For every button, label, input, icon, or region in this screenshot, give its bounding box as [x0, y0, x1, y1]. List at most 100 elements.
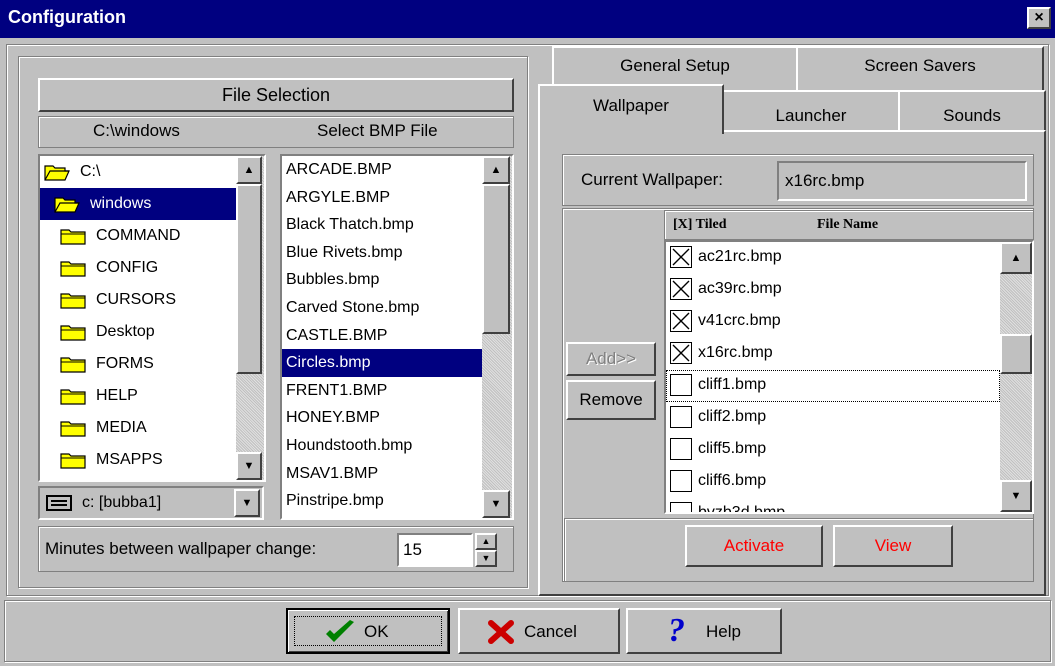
folder-label: MSAPPS — [96, 451, 163, 468]
wallpaper-item[interactable]: x16rc.bmp — [666, 338, 1000, 370]
activate-button[interactable]: Activate — [685, 525, 823, 567]
folder-open-icon — [54, 195, 82, 213]
minutes-label: Minutes between wallpaper change: — [45, 539, 317, 558]
spin-up-button[interactable]: ▲ — [475, 533, 497, 550]
scroll-down-button[interactable]: ▼ — [236, 452, 262, 480]
remove-button[interactable]: Remove — [566, 380, 656, 420]
file-item[interactable]: ARCADE.BMP — [282, 156, 482, 184]
arrow-down-icon: ▼ — [243, 460, 255, 472]
drive-dropdown-button[interactable]: ▼ — [234, 489, 260, 517]
wallpaper-item[interactable]: ac39rc.bmp — [666, 274, 1000, 306]
scroll-up-button[interactable]: ▲ — [236, 156, 262, 184]
folder-item[interactable]: CONFIG — [40, 252, 236, 284]
folder-item[interactable]: MEDIA — [40, 412, 236, 444]
minutes-input[interactable]: 15 — [397, 533, 473, 567]
ok-button[interactable]: OK — [286, 608, 450, 654]
scroll-up-button[interactable]: ▲ — [1000, 242, 1032, 274]
file-item[interactable]: Circles.bmp — [282, 349, 482, 377]
tiled-checkbox[interactable] — [670, 341, 692, 364]
scroll-down-button[interactable]: ▼ — [1000, 480, 1032, 512]
wallpaper-item[interactable]: ac21rc.bmp — [666, 242, 1000, 274]
file-item[interactable]: Blue Rivets.bmp — [282, 239, 482, 267]
file-item[interactable]: HONEY.BMP — [282, 404, 482, 432]
tiled-checkbox[interactable] — [670, 373, 692, 396]
view-button[interactable]: View — [833, 525, 953, 567]
folder-item[interactable]: CURSORS — [40, 284, 236, 316]
folder-list[interactable]: C:\ windows COMMAND CONFIG CURSORS Desktop FOR… — [38, 154, 266, 482]
arrow-up-icon: ▲ — [490, 164, 502, 176]
tab-wallpaper[interactable]: Wallpaper — [538, 84, 724, 134]
bmp-file-list[interactable]: ARCADE.BMP ARGYLE.BMP Black Thatch.bmp Blue… — [280, 154, 514, 520]
wallpaper-item[interactable]: bvzb3d.bmp — [666, 498, 1000, 512]
tab-sounds[interactable]: Sounds — [898, 90, 1046, 130]
tiled-checkbox[interactable] — [670, 277, 692, 300]
current-wallpaper-value: x16rc.bmp — [785, 171, 865, 190]
file-item[interactable]: CASTLE.BMP — [282, 322, 482, 350]
drive-value: c: [bubba1] — [82, 494, 162, 511]
tiled-checkbox[interactable] — [670, 501, 692, 512]
tab-launcher[interactable]: Launcher — [722, 90, 900, 130]
col-tiled: [X] Tiled — [673, 217, 727, 232]
minutes-value: 15 — [403, 540, 422, 559]
file-scrollbar[interactable]: ▲ ▼ — [482, 156, 512, 518]
folder-item[interactable]: HELP — [40, 380, 236, 412]
wallpaper-item[interactable]: cliff5.bmp — [666, 434, 1000, 466]
scroll-up-button[interactable]: ▲ — [482, 156, 510, 184]
folder-label: COMMAND — [96, 227, 181, 244]
arrow-up-icon: ▲ — [1010, 252, 1022, 264]
folder-icon — [60, 227, 88, 245]
title-bar: Configuration × — [0, 0, 1055, 38]
folder-item[interactable]: COMMAND — [40, 220, 236, 252]
file-item[interactable]: MSAV1.BMP — [282, 460, 482, 488]
folder-icon — [60, 355, 88, 373]
file-item[interactable]: Pinstripe.bmp — [282, 487, 482, 515]
close-button[interactable]: × — [1027, 7, 1051, 29]
wallpaper-scrollbar[interactable]: ▲ ▼ — [1000, 242, 1032, 512]
folder-item[interactable]: FORMS — [40, 348, 236, 380]
folder-item[interactable]: Desktop — [40, 316, 236, 348]
tiled-checkbox[interactable] — [670, 437, 692, 460]
arrow-up-icon: ▲ — [243, 164, 255, 176]
file-item[interactable]: ARGYLE.BMP — [282, 184, 482, 212]
scroll-thumb[interactable] — [236, 184, 262, 374]
cancel-button[interactable]: Cancel — [458, 608, 620, 654]
file-item[interactable]: Black Thatch.bmp — [282, 211, 482, 239]
drive-combo[interactable]: c: [bubba1] ▼ — [38, 486, 264, 520]
scroll-thumb[interactable] — [1000, 334, 1032, 374]
scroll-down-button[interactable]: ▼ — [482, 490, 510, 518]
folder-icon — [60, 259, 88, 277]
file-item[interactable]: Bubbles.bmp — [282, 266, 482, 294]
folder-label: Desktop — [96, 323, 155, 340]
wallpaper-file-name: cliff1.bmp — [698, 376, 767, 393]
scroll-thumb[interactable] — [482, 184, 510, 334]
tab-screen-savers[interactable]: Screen Savers — [796, 46, 1044, 90]
checkmark-x-icon — [672, 248, 690, 266]
x-icon — [488, 620, 514, 644]
help-button[interactable]: ? Help — [626, 608, 782, 654]
tiled-checkbox[interactable] — [670, 245, 692, 268]
wallpaper-item[interactable]: cliff2.bmp — [666, 402, 1000, 434]
add-button[interactable]: Add>> — [566, 342, 656, 376]
current-wallpaper-row: Current Wallpaper: x16rc.bmp — [562, 154, 1034, 206]
current-wallpaper-field: x16rc.bmp — [777, 161, 1027, 201]
folder-item[interactable]: MSAPPS — [40, 444, 236, 476]
wallpaper-item[interactable]: cliff6.bmp — [666, 466, 1000, 498]
file-selection-headers: C:\windows Select BMP File — [38, 116, 514, 148]
folder-item[interactable]: windows — [40, 188, 236, 220]
file-item[interactable]: Houndstooth.bmp — [282, 432, 482, 460]
folder-scrollbar[interactable]: ▲ ▼ — [236, 156, 264, 480]
wallpaper-item[interactable]: v41crc.bmp — [666, 306, 1000, 338]
wallpaper-item[interactable]: cliff1.bmp — [666, 370, 1000, 402]
tiled-checkbox[interactable] — [670, 469, 692, 492]
file-item[interactable]: FRENT1.BMP — [282, 377, 482, 405]
wallpaper-list[interactable]: ac21rc.bmp ac39rc.bmp v41crc.bmp x16rc.bmp c… — [664, 240, 1034, 514]
wallpaper-file-name: cliff6.bmp — [698, 472, 767, 489]
file-item[interactable]: Carved Stone.bmp — [282, 294, 482, 322]
tiled-checkbox[interactable] — [670, 405, 692, 428]
minutes-row: Minutes between wallpaper change: 15 ▲ ▼ — [38, 526, 514, 572]
folder-label: HELP — [96, 387, 138, 404]
folder-item[interactable]: C:\ — [40, 156, 236, 188]
folder-icon — [60, 419, 88, 437]
tiled-checkbox[interactable] — [670, 309, 692, 332]
spin-down-button[interactable]: ▼ — [475, 550, 497, 567]
